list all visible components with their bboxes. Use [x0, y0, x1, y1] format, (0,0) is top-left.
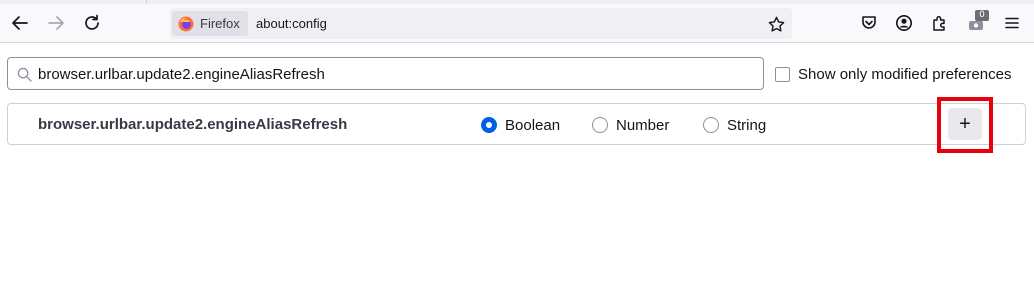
- type-radio-boolean[interactable]: Boolean: [481, 115, 560, 135]
- show-modified-label[interactable]: Show only modified preferences: [798, 66, 1011, 83]
- radio-button[interactable]: [592, 117, 608, 133]
- navigation-toolbar: Firefox about:config 0: [0, 4, 1034, 43]
- new-preference-row: browser.urlbar.update2.engineAliasRefres…: [7, 103, 1026, 145]
- account-button[interactable]: [888, 7, 920, 39]
- bookmark-button[interactable]: [766, 14, 786, 34]
- pocket-button[interactable]: [853, 7, 885, 39]
- back-arrow-icon: [12, 16, 28, 30]
- forward-arrow-icon: [48, 16, 64, 30]
- identity-box[interactable]: Firefox: [172, 11, 248, 36]
- puzzle-icon: [933, 15, 945, 31]
- radio-label[interactable]: Boolean: [505, 117, 560, 134]
- show-modified-checkbox[interactable]: Show only modified preferences: [775, 65, 1011, 83]
- pocket-icon: [862, 16, 876, 29]
- type-radio-number[interactable]: Number: [592, 115, 669, 135]
- config-search-field[interactable]: [7, 57, 764, 90]
- url-text[interactable]: about:config: [256, 16, 327, 31]
- type-radio-string[interactable]: String: [703, 115, 766, 135]
- add-preference-button[interactable]: +: [948, 108, 982, 140]
- star-icon: [768, 16, 784, 32]
- firefox-logo-icon: [178, 16, 194, 31]
- url-bar[interactable]: Firefox about:config: [170, 8, 792, 39]
- radio-label[interactable]: String: [727, 117, 766, 134]
- forward-button[interactable]: [40, 7, 72, 39]
- hamburger-menu-icon: [1005, 17, 1019, 29]
- account-icon: [896, 15, 912, 31]
- reload-icon: [85, 14, 99, 30]
- identity-label: Firefox: [200, 16, 240, 31]
- search-input[interactable]: [38, 62, 753, 86]
- preference-name: browser.urlbar.update2.engineAliasRefres…: [38, 116, 348, 133]
- radio-button[interactable]: [481, 117, 497, 133]
- app-menu-button[interactable]: [996, 7, 1028, 39]
- radio-button[interactable]: [703, 117, 719, 133]
- back-button[interactable]: [4, 7, 36, 39]
- reload-button[interactable]: [76, 7, 108, 39]
- checkbox-box[interactable]: [775, 66, 790, 82]
- search-icon: [17, 67, 32, 82]
- radio-label[interactable]: Number: [616, 117, 669, 134]
- extension-badge: 0: [975, 10, 989, 21]
- extensions-button[interactable]: [924, 7, 956, 39]
